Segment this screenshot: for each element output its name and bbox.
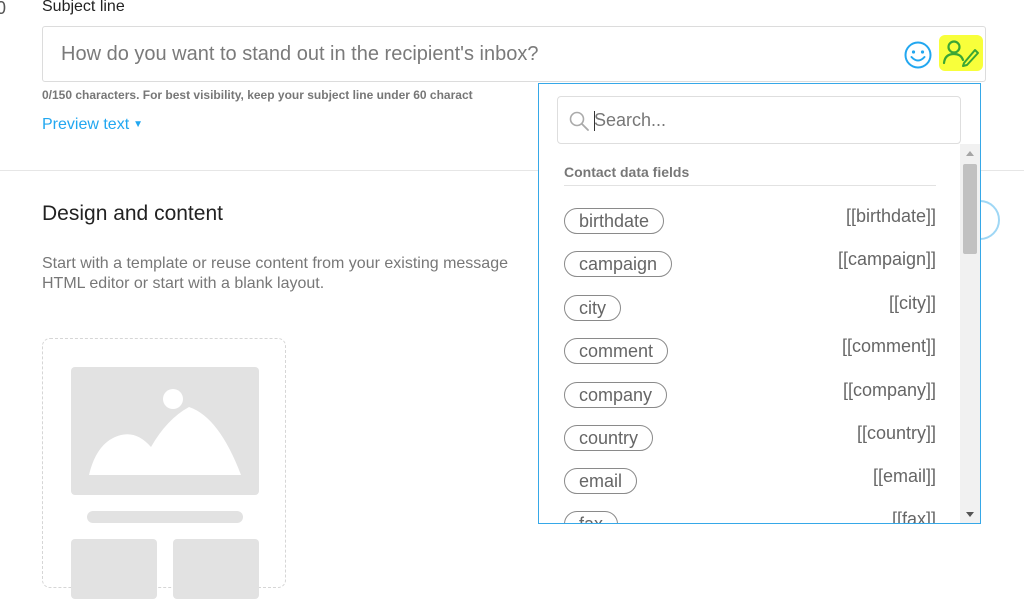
scroll-down-arrow-icon[interactable] [960, 506, 980, 523]
field-token: [[campaign]] [837, 249, 936, 269]
field-token: [[country]] [856, 423, 936, 443]
field-row-country[interactable]: country [[country]] [539, 419, 959, 459]
char-count-hint: 0/150 characters. For best visibility, k… [42, 88, 473, 102]
field-row-birthdate[interactable]: birthdate [[birthdate]] [539, 202, 959, 242]
subject-line-input[interactable] [43, 27, 919, 81]
heading-divider [564, 185, 936, 186]
contact-fields-list: birthdate [[birthdate]] campaign [[campa… [539, 190, 959, 524]
smiley-icon[interactable] [903, 40, 933, 70]
caret-down-icon: ▼ [133, 119, 144, 130]
template-card[interactable] [42, 338, 286, 599]
template-block-placeholder [173, 539, 259, 599]
field-row-email[interactable]: email [[email]] [539, 462, 959, 502]
dropdown-scrollbar[interactable] [960, 144, 980, 523]
image-placeholder-icon [71, 367, 259, 495]
scroll-thumb[interactable] [963, 164, 977, 254]
field-token: [[city]] [888, 293, 936, 313]
field-token: [[company]] [842, 380, 936, 400]
personalization-dropdown: Contact data fields birthdate [[birthdat… [538, 83, 981, 524]
edge-glyph: 0 [0, 0, 7, 18]
field-token: [[birthdate]] [845, 206, 936, 226]
field-token: [[fax]] [891, 509, 936, 524]
field-pill: company [564, 382, 668, 408]
preview-text-toggle[interactable]: Preview text ▼ [42, 116, 143, 134]
field-token: [[comment]] [841, 336, 936, 356]
dropdown-search-input[interactable] [594, 97, 954, 143]
field-row-fax[interactable]: fax [[fax]] [539, 505, 959, 524]
field-row-campaign[interactable]: campaign [[campaign]] [539, 245, 959, 285]
field-pill: fax [564, 511, 619, 523]
subject-line-field [42, 26, 986, 82]
field-pill: comment [564, 338, 669, 364]
search-icon [568, 110, 590, 132]
scroll-up-arrow-icon[interactable] [960, 144, 980, 162]
field-row-company[interactable]: company [[company]] [539, 376, 959, 416]
field-row-comment[interactable]: comment [[comment]] [539, 332, 959, 372]
template-text-placeholder [87, 511, 243, 523]
preview-text-label: Preview text [42, 116, 130, 133]
field-pill: birthdate [564, 208, 665, 234]
field-row-city[interactable]: city [[city]] [539, 289, 959, 329]
user-edit-icon[interactable] [939, 35, 983, 71]
field-pill: country [564, 425, 654, 451]
field-token: [[email]] [872, 466, 936, 486]
dropdown-search-field [557, 96, 961, 144]
text-cursor [594, 111, 595, 131]
field-pill: city [564, 295, 621, 321]
template-block-placeholder [71, 539, 157, 599]
design-section-title: Design and content [42, 202, 223, 225]
contact-fields-heading: Contact data fields [564, 164, 690, 180]
field-pill: email [564, 468, 638, 494]
design-section-description: Start with a template or reuse content f… [42, 255, 508, 292]
subject-line-label: Subject line [42, 0, 125, 15]
field-pill: campaign [564, 251, 673, 277]
